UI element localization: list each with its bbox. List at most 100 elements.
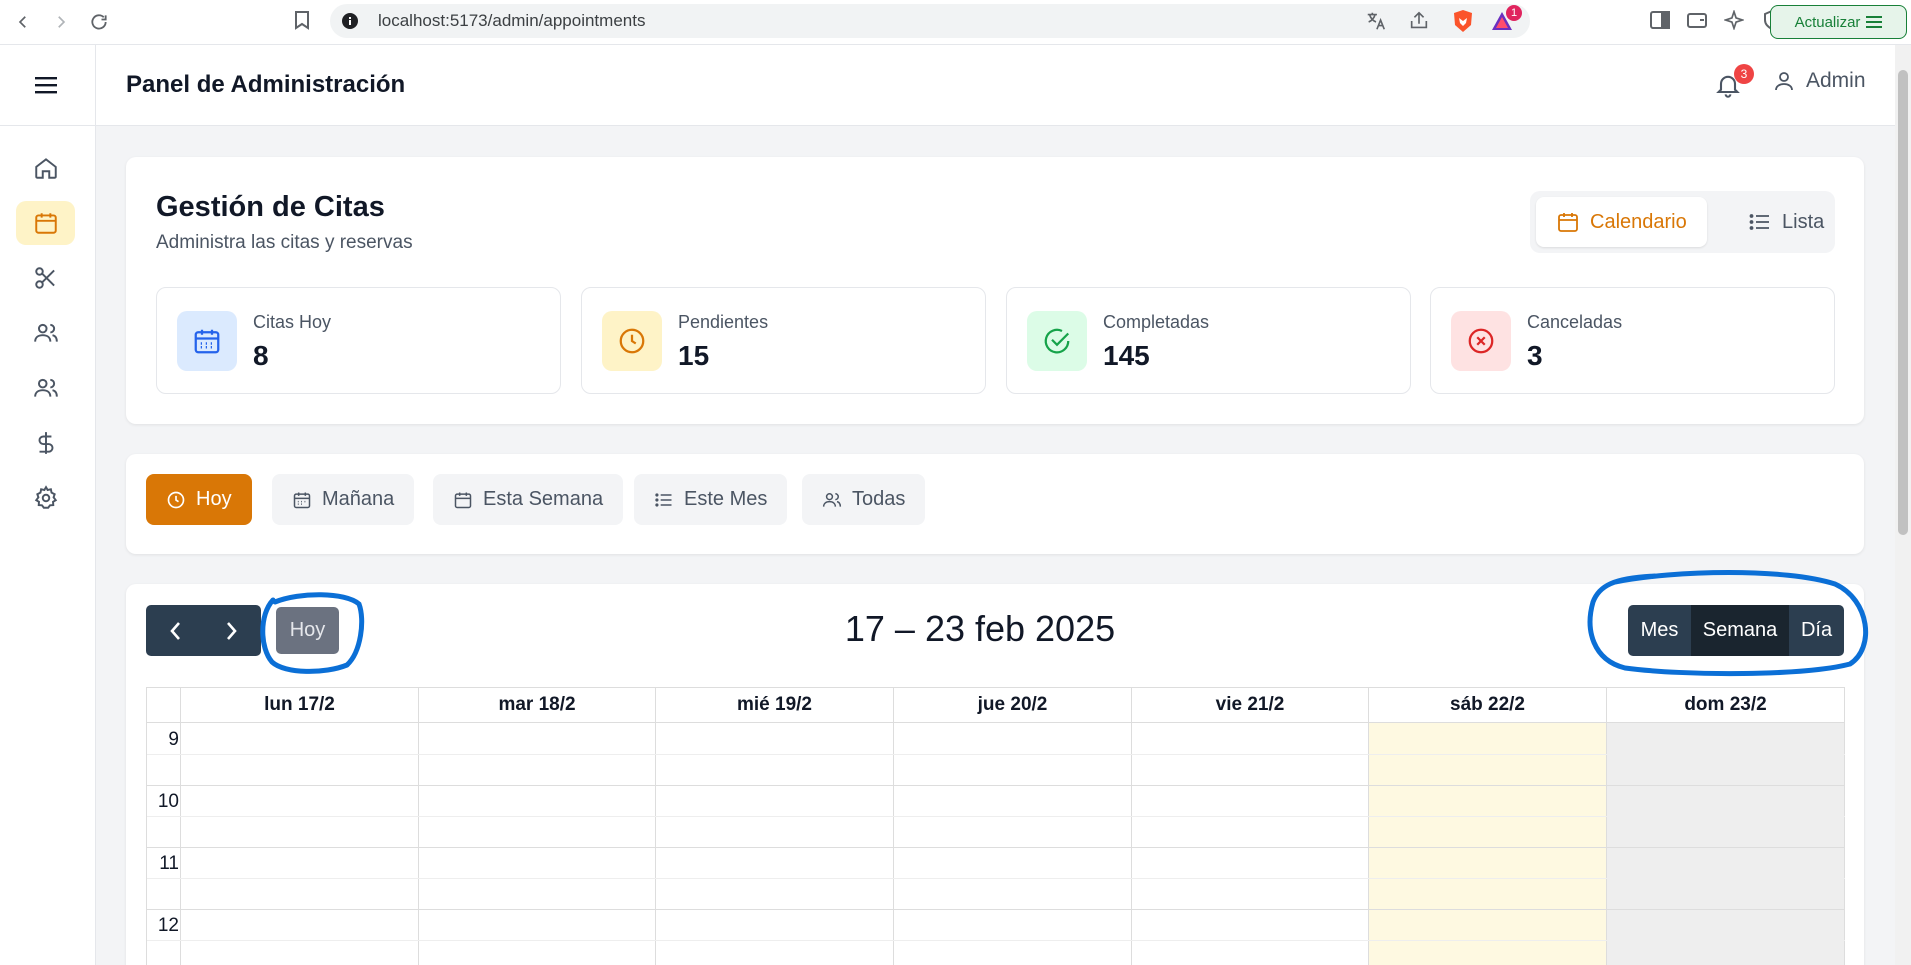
day-column[interactable] bbox=[419, 723, 656, 965]
list-icon bbox=[655, 492, 672, 507]
calendar-icon bbox=[293, 492, 311, 508]
time-gutter-header bbox=[147, 687, 181, 723]
info-icon[interactable] bbox=[342, 13, 358, 29]
day-column[interactable] bbox=[656, 723, 894, 965]
hour-label: 10 bbox=[157, 791, 179, 812]
calendar-view-label: Calendario bbox=[1590, 210, 1687, 233]
home-icon bbox=[34, 158, 57, 179]
day-column-saturday[interactable] bbox=[1369, 723, 1607, 965]
leo-ai-icon[interactable] bbox=[1722, 8, 1746, 32]
calendar-view-switcher: Mes Semana Día bbox=[1628, 605, 1844, 656]
filter-all-button[interactable]: Todas bbox=[802, 474, 926, 525]
calendar-icon bbox=[454, 492, 472, 508]
user-menu[interactable]: Admin bbox=[1772, 69, 1866, 93]
back-icon[interactable] bbox=[8, 7, 38, 37]
view-month-button[interactable]: Mes bbox=[1628, 605, 1691, 656]
dollar-icon bbox=[38, 432, 53, 454]
hour-label: 12 bbox=[157, 915, 179, 936]
page-scrollbar[interactable] bbox=[1895, 45, 1911, 965]
filter-this-month-button[interactable]: Este Mes bbox=[634, 474, 788, 525]
day-column[interactable] bbox=[1132, 723, 1369, 965]
scrollbar-thumb[interactable] bbox=[1898, 70, 1908, 535]
update-label: Actualizar bbox=[1794, 13, 1861, 31]
view-toggle: Calendario Lista bbox=[1530, 191, 1835, 253]
stat-pending: Pendientes 15 bbox=[581, 287, 986, 394]
hour-label: 11 bbox=[159, 853, 179, 874]
gear-icon bbox=[34, 485, 57, 509]
stat-label: Pendientes bbox=[678, 312, 769, 332]
stat-completed: Completadas 145 bbox=[1006, 287, 1411, 394]
prev-week-button[interactable] bbox=[146, 605, 204, 656]
calendar-today-button[interactable]: Hoy bbox=[276, 607, 339, 654]
users-icon bbox=[822, 492, 842, 507]
filter-label: Mañana bbox=[322, 488, 395, 510]
stat-label: Citas Hoy bbox=[253, 312, 332, 332]
next-week-button[interactable] bbox=[204, 605, 262, 656]
share-icon[interactable] bbox=[1408, 10, 1430, 32]
user-icon bbox=[1775, 72, 1793, 91]
sidebar-item-staff[interactable] bbox=[16, 311, 75, 355]
hamburger-menu-icon[interactable] bbox=[30, 71, 62, 99]
wallet-icon[interactable] bbox=[1685, 8, 1709, 32]
view-day-button[interactable]: Día bbox=[1788, 605, 1844, 656]
url-text: localhost:5173/admin/appointments bbox=[378, 11, 646, 30]
sidebar-toggle-icon[interactable] bbox=[1648, 8, 1672, 32]
app-header: Panel de Administración 3 Admin bbox=[0, 45, 1895, 126]
notifications-badge: 3 bbox=[1734, 64, 1754, 84]
day-header: lun 17/2 bbox=[181, 687, 419, 723]
translate-icon[interactable] bbox=[1365, 10, 1387, 32]
sidebar-item-finance[interactable] bbox=[16, 421, 75, 465]
check-circle-icon bbox=[1027, 311, 1087, 371]
user-name: Admin bbox=[1806, 69, 1866, 92]
calendar-range-title: 17 – 23 feb 2025 bbox=[844, 608, 1116, 649]
menu-icon bbox=[1866, 16, 1883, 28]
filter-tomorrow-button[interactable]: Mañana bbox=[272, 474, 415, 525]
sidebar-item-appointments[interactable] bbox=[16, 201, 75, 245]
x-circle-icon bbox=[1451, 311, 1511, 371]
day-header: dom 23/2 bbox=[1607, 687, 1845, 723]
filter-label: Todas bbox=[852, 488, 906, 510]
day-column[interactable] bbox=[181, 723, 419, 965]
filter-this-week-button[interactable]: Esta Semana bbox=[433, 474, 624, 525]
clock-icon bbox=[167, 491, 185, 508]
sidebar-item-clients[interactable] bbox=[16, 366, 75, 410]
filter-today-button[interactable]: Hoy bbox=[146, 474, 252, 525]
calendar-icon bbox=[34, 213, 57, 234]
forward-icon[interactable] bbox=[46, 7, 76, 37]
day-header: vie 21/2 bbox=[1132, 687, 1369, 723]
update-button[interactable]: Actualizar bbox=[1770, 5, 1907, 39]
rewards-badge: 1 bbox=[1506, 5, 1522, 21]
bookmark-icon[interactable] bbox=[290, 8, 314, 32]
list-icon bbox=[1749, 214, 1769, 230]
hour-line bbox=[147, 847, 1845, 848]
stat-today: Citas Hoy 8 bbox=[156, 287, 561, 394]
filter-label: Hoy bbox=[196, 488, 232, 510]
day-header: mié 19/2 bbox=[656, 687, 894, 723]
chevron-left-icon bbox=[170, 621, 180, 640]
users-icon bbox=[33, 378, 58, 397]
sidebar-item-home[interactable] bbox=[16, 146, 75, 190]
day-header: sáb 22/2 bbox=[1369, 687, 1607, 723]
calendar-nav bbox=[146, 605, 261, 656]
day-column-sunday[interactable] bbox=[1607, 723, 1845, 965]
list-view-button[interactable]: Lista bbox=[1728, 197, 1844, 247]
reload-icon[interactable] bbox=[84, 7, 114, 37]
scissors-icon bbox=[34, 267, 55, 289]
sidebar-item-services[interactable] bbox=[16, 256, 75, 300]
calendar-view-button[interactable]: Calendario bbox=[1536, 197, 1707, 247]
day-column[interactable] bbox=[894, 723, 1132, 965]
app-title: Panel de Administración bbox=[126, 71, 406, 98]
hour-label: 9 bbox=[168, 729, 179, 750]
brave-shield-icon[interactable] bbox=[1452, 9, 1474, 33]
stat-cancelled: Canceladas 3 bbox=[1430, 287, 1835, 394]
day-header: jue 20/2 bbox=[894, 687, 1132, 723]
stat-value: 8 bbox=[253, 340, 269, 371]
stat-value: 3 bbox=[1527, 340, 1543, 371]
view-week-button[interactable]: Semana bbox=[1691, 605, 1788, 656]
stat-label: Completadas bbox=[1103, 312, 1210, 332]
chevron-right-icon bbox=[227, 621, 237, 640]
sidebar-item-settings[interactable] bbox=[16, 476, 75, 520]
address-bar[interactable]: localhost:5173/admin/appointments 1 bbox=[330, 4, 1530, 38]
list-view-label: Lista bbox=[1782, 210, 1825, 233]
browser-toolbar: localhost:5173/admin/appointments 1 Actu… bbox=[0, 0, 1911, 45]
